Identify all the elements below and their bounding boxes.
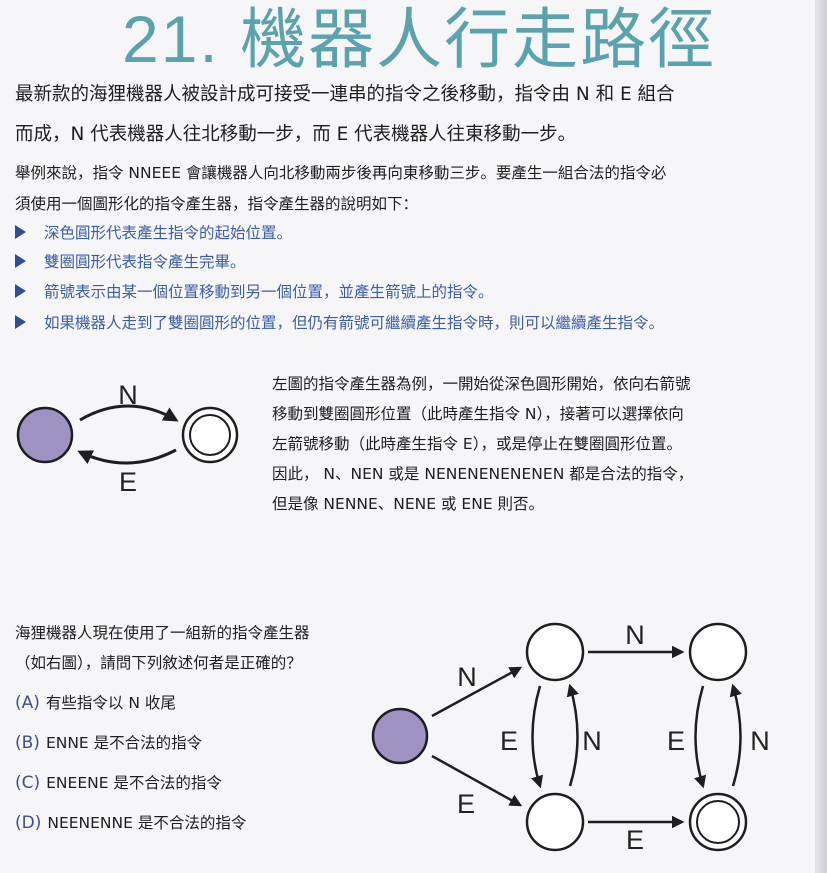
label-start-bottom: E [457, 789, 475, 819]
label-left-up: N [582, 726, 602, 756]
label-right-down: E [667, 726, 685, 756]
label-e: E [119, 467, 137, 497]
arrow-right-up [729, 683, 742, 787]
label-top: N [625, 620, 645, 650]
small-state-diagram: N E [16, 380, 239, 497]
label-right-up: N [750, 726, 770, 756]
arrow-start-bottom [431, 754, 523, 807]
node-bottom-mid [525, 792, 585, 852]
start-node [16, 406, 74, 464]
big-state-diagram: N E N E E N E N [371, 620, 770, 855]
label-bottom: E [626, 825, 644, 855]
arrow-left-down [531, 685, 544, 789]
node-top-right [688, 622, 748, 682]
diagrams: N E N E N E E N E N [16, 380, 770, 855]
arrow-left-up [566, 683, 579, 787]
final-node [181, 406, 239, 464]
node-top-mid [525, 622, 585, 682]
arrow-right-down [694, 685, 707, 789]
arrow-e [77, 448, 177, 465]
start-node [371, 707, 429, 765]
final-node [688, 792, 748, 852]
label-start-top: N [457, 662, 477, 692]
label-left-down: E [500, 726, 518, 756]
label-n: N [118, 380, 138, 410]
